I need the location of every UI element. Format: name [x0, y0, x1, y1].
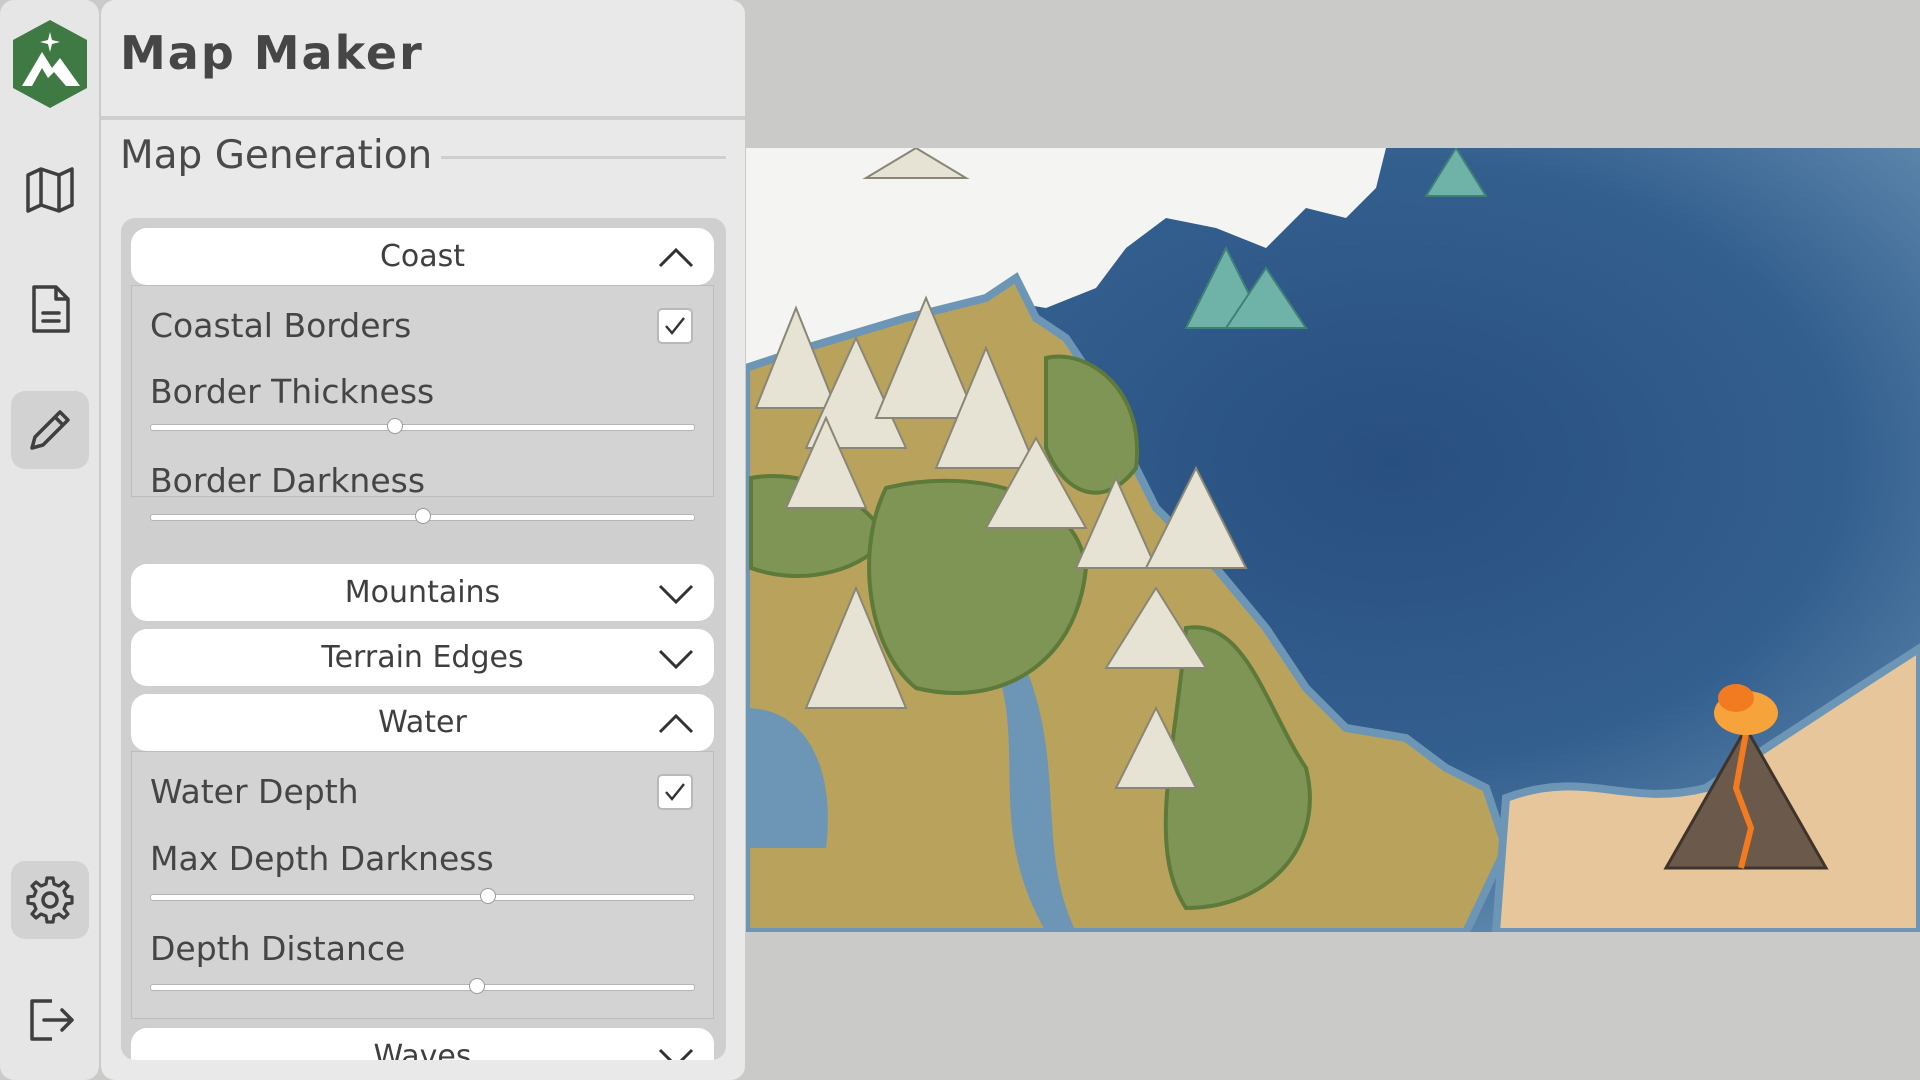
water-depth-checkbox[interactable] — [657, 774, 693, 810]
depth-distance-slider[interactable] — [150, 977, 695, 997]
border-darkness-label: Border Darkness — [150, 461, 426, 500]
max-depth-darkness-label: Max Depth Darkness — [150, 839, 494, 878]
icon-rail — [0, 0, 99, 1080]
mountains-accordion-label: Mountains — [344, 575, 501, 610]
gear-icon — [26, 876, 74, 924]
border-darkness-slider[interactable] — [150, 507, 695, 527]
map-canvas[interactable] — [746, 148, 1920, 932]
chevron-down-icon — [658, 1048, 694, 1060]
slider-track — [150, 984, 695, 991]
coast-accordion-label: Coast — [379, 239, 466, 274]
document-icon — [32, 285, 70, 333]
chevron-up-icon — [658, 713, 694, 734]
chevron-up-icon — [658, 247, 694, 268]
border-thickness-label: Border Thickness — [150, 372, 435, 411]
waves-accordion-label: Waves — [373, 1039, 472, 1060]
pencil-icon — [30, 410, 70, 450]
terrain-edges-accordion-label: Terrain Edges — [321, 640, 524, 675]
waves-accordion-header[interactable]: Waves — [131, 1028, 714, 1060]
terrain-edges-accordion-header[interactable]: Terrain Edges — [131, 629, 714, 686]
settings-button[interactable] — [11, 861, 89, 939]
chevron-down-icon — [658, 649, 694, 670]
mountain-star-logo — [10, 18, 90, 110]
slider-thumb[interactable] — [469, 978, 485, 994]
edit-button[interactable] — [11, 391, 89, 469]
chevron-down-icon — [658, 584, 694, 605]
slider-thumb[interactable] — [479, 888, 496, 904]
mountains-accordion-header[interactable]: Mountains — [131, 564, 714, 621]
checkmark-icon — [665, 783, 685, 801]
map-icon — [26, 167, 74, 213]
slider-thumb[interactable] — [414, 508, 431, 524]
water-depth-label: Water Depth — [150, 772, 359, 811]
settings-panel: Map Maker Map Generation Coast Coastal B… — [101, 0, 745, 1080]
fantasy-map — [746, 148, 1920, 932]
options-scroll-area[interactable]: Coast Coastal Borders Border Thickness B… — [121, 218, 726, 1060]
max-depth-darkness-slider[interactable] — [150, 887, 695, 907]
water-accordion-body: Water Depth Max Depth Darkness Depth Dis… — [131, 751, 714, 1019]
coast-accordion-body: Coastal Borders Border Thickness Border … — [131, 285, 714, 524]
document-button[interactable] — [11, 270, 89, 348]
title-divider — [101, 116, 745, 120]
section-title: Map Generation — [120, 133, 433, 178]
border-thickness-slider[interactable] — [150, 417, 695, 437]
water-accordion-header[interactable]: Water — [131, 694, 714, 751]
coastal-borders-label: Coastal Borders — [150, 306, 412, 345]
checkmark-icon — [665, 317, 685, 335]
coast-accordion-header[interactable]: Coast — [131, 228, 714, 285]
slider-track — [150, 894, 695, 901]
slider-track — [150, 424, 695, 431]
section-divider — [441, 156, 726, 159]
logout-button[interactable] — [11, 980, 89, 1058]
logout-icon — [30, 999, 74, 1041]
coastal-borders-checkbox[interactable] — [657, 308, 693, 344]
slider-thumb[interactable] — [387, 418, 404, 434]
maps-button[interactable] — [11, 150, 89, 228]
depth-distance-label: Depth Distance — [150, 929, 406, 968]
app-title: Map Maker — [120, 26, 424, 80]
water-accordion-label: Water — [378, 705, 467, 740]
